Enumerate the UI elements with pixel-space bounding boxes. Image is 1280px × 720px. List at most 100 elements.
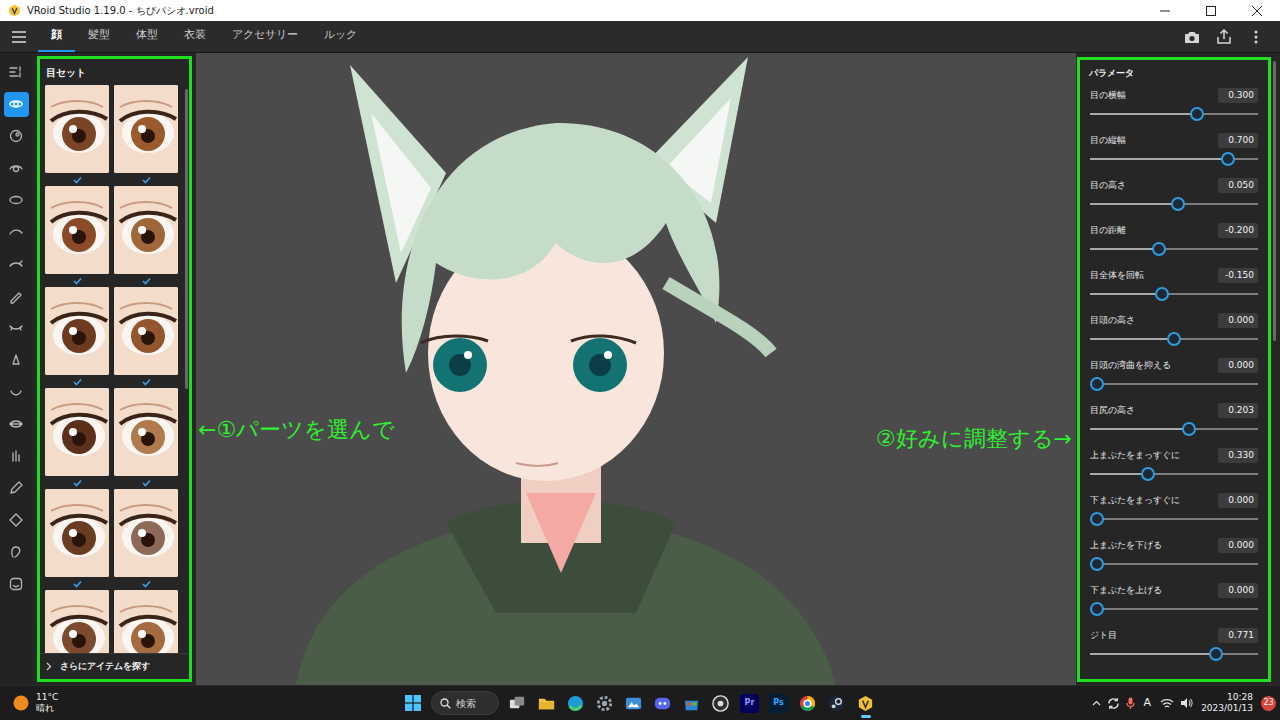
eye-thumbnail-icon[interactable]: [45, 388, 109, 476]
taskbar-app[interactable]: [793, 687, 822, 719]
more-icon[interactable]: [1240, 21, 1272, 52]
eye-set-item[interactable]: [114, 85, 178, 186]
store-icon[interactable]: [682, 694, 701, 713]
task-view-icon[interactable]: [508, 694, 527, 713]
scrollbar-thumb[interactable]: [1273, 61, 1276, 341]
eye-set-item[interactable]: [45, 388, 109, 489]
eye-set-item[interactable]: [114, 287, 178, 388]
eye-thumbnail-icon[interactable]: [114, 590, 178, 653]
file-explorer-icon[interactable]: [537, 694, 556, 713]
slider[interactable]: [1090, 328, 1258, 350]
eye-thumbnail-icon[interactable]: [45, 85, 109, 173]
slider-knob[interactable]: [1190, 107, 1204, 121]
slider-knob[interactable]: [1209, 647, 1223, 661]
rail-item[interactable]: [0, 440, 32, 472]
parameter-value[interactable]: 0.700: [1218, 133, 1258, 149]
slider[interactable]: [1090, 643, 1258, 665]
rail-item[interactable]: [0, 312, 32, 344]
find-more-items[interactable]: さらにアイテムを探す: [40, 653, 189, 680]
model-viewport[interactable]: ←①パーツを選んで②好みに調整する→: [196, 53, 1076, 685]
rail-item-highlight[interactable]: [4, 284, 29, 309]
slider-fill[interactable]: [1090, 293, 1161, 295]
rail-item[interactable]: [0, 376, 32, 408]
eye-set-item[interactable]: [114, 186, 178, 287]
slider-knob[interactable]: [1090, 602, 1104, 616]
taskbar-app[interactable]: [822, 687, 851, 719]
slider[interactable]: [1090, 103, 1258, 125]
slider[interactable]: [1090, 508, 1258, 530]
part-category-icon[interactable]: [8, 288, 24, 304]
rail-item[interactable]: [0, 408, 32, 440]
windows-start-icon[interactable]: [398, 687, 427, 719]
part-category-icon[interactable]: [8, 128, 24, 144]
slider-knob[interactable]: [1090, 512, 1104, 526]
slider-track[interactable]: [1090, 158, 1258, 160]
photos-icon[interactable]: [624, 694, 643, 713]
chevron-right-icon[interactable]: [46, 662, 52, 671]
microphone-icon[interactable]: [1126, 697, 1135, 710]
slider[interactable]: [1090, 373, 1258, 395]
slider-knob[interactable]: [1182, 422, 1196, 436]
taskbar-app[interactable]: [677, 687, 706, 719]
slider-fill[interactable]: [1090, 653, 1220, 655]
slider-fill[interactable]: [1090, 338, 1174, 340]
slider-fill[interactable]: [1090, 158, 1233, 160]
clock-time[interactable]: 10:28: [1201, 692, 1253, 703]
slider-track[interactable]: [1090, 248, 1258, 250]
slider-track[interactable]: [1090, 473, 1258, 475]
parameter-scrollbar[interactable]: [1273, 57, 1277, 682]
tab-label[interactable]: 衣装: [184, 27, 206, 44]
part-category-icon[interactable]: [8, 352, 24, 368]
rail-item-highlight[interactable]: [4, 252, 29, 277]
chrome-icon[interactable]: [798, 694, 817, 713]
rail-item[interactable]: [0, 504, 32, 536]
clock[interactable]: 10:282023/01/13: [1199, 692, 1255, 715]
slider[interactable]: [1090, 238, 1258, 260]
parameter-value[interactable]: -0.150: [1218, 268, 1258, 284]
notification-badge[interactable]: 23: [1261, 696, 1276, 711]
camera-icon[interactable]: [1176, 21, 1208, 52]
slider-track[interactable]: [1090, 518, 1258, 520]
slider-fill[interactable]: [1090, 203, 1178, 205]
rail-item-highlight[interactable]: [4, 476, 29, 501]
search-label[interactable]: 検索: [456, 696, 476, 711]
rail-item[interactable]: [0, 536, 32, 568]
taskbar-app[interactable]: [590, 687, 619, 719]
steam-icon[interactable]: [827, 694, 846, 713]
parameter-value[interactable]: 0.000: [1218, 538, 1258, 554]
edge-browser-icon[interactable]: [566, 694, 585, 713]
taskbar-app[interactable]: [619, 687, 648, 719]
speaker-icon[interactable]: [1180, 697, 1193, 709]
tab[interactable]: アクセサリー: [219, 21, 311, 52]
slider-fill[interactable]: [1090, 473, 1145, 475]
slider-fill[interactable]: [1090, 248, 1157, 250]
sun-icon[interactable]: [12, 694, 30, 712]
slider[interactable]: [1090, 193, 1258, 215]
character-model-icon[interactable]: [196, 53, 1076, 685]
chevron-up-icon[interactable]: [1092, 700, 1101, 706]
eye-thumbnail-icon[interactable]: [45, 287, 109, 375]
rail-item-highlight[interactable]: [4, 348, 29, 373]
app-label[interactable]: Ps: [769, 694, 788, 713]
parameter-value[interactable]: 0.771: [1218, 628, 1258, 644]
slider[interactable]: [1090, 553, 1258, 575]
rail-item-highlight[interactable]: [4, 124, 29, 149]
rail-item[interactable]: [0, 88, 32, 120]
rail-item-highlight[interactable]: [4, 572, 29, 597]
eye-set-item[interactable]: [114, 489, 178, 590]
rail-item[interactable]: [0, 152, 32, 184]
eye-thumbnail-icon[interactable]: [45, 186, 109, 274]
part-category-icon[interactable]: [8, 64, 24, 80]
parameter-value[interactable]: 0.000: [1218, 583, 1258, 599]
part-category-icon[interactable]: [8, 544, 24, 560]
scrollbar-thumb[interactable]: [185, 89, 188, 389]
rail-item-highlight[interactable]: [4, 60, 29, 85]
parameter-value[interactable]: 0.300: [1218, 88, 1258, 104]
weather-widget[interactable]: 11°C晴れ: [0, 692, 398, 715]
app-label[interactable]: Pr: [740, 694, 759, 713]
slider-knob[interactable]: [1141, 467, 1155, 481]
tab-label[interactable]: ルック: [324, 27, 357, 44]
slider-knob[interactable]: [1171, 197, 1185, 211]
eye-thumbnail-icon[interactable]: [45, 590, 109, 653]
eye-set-item[interactable]: [45, 590, 109, 653]
